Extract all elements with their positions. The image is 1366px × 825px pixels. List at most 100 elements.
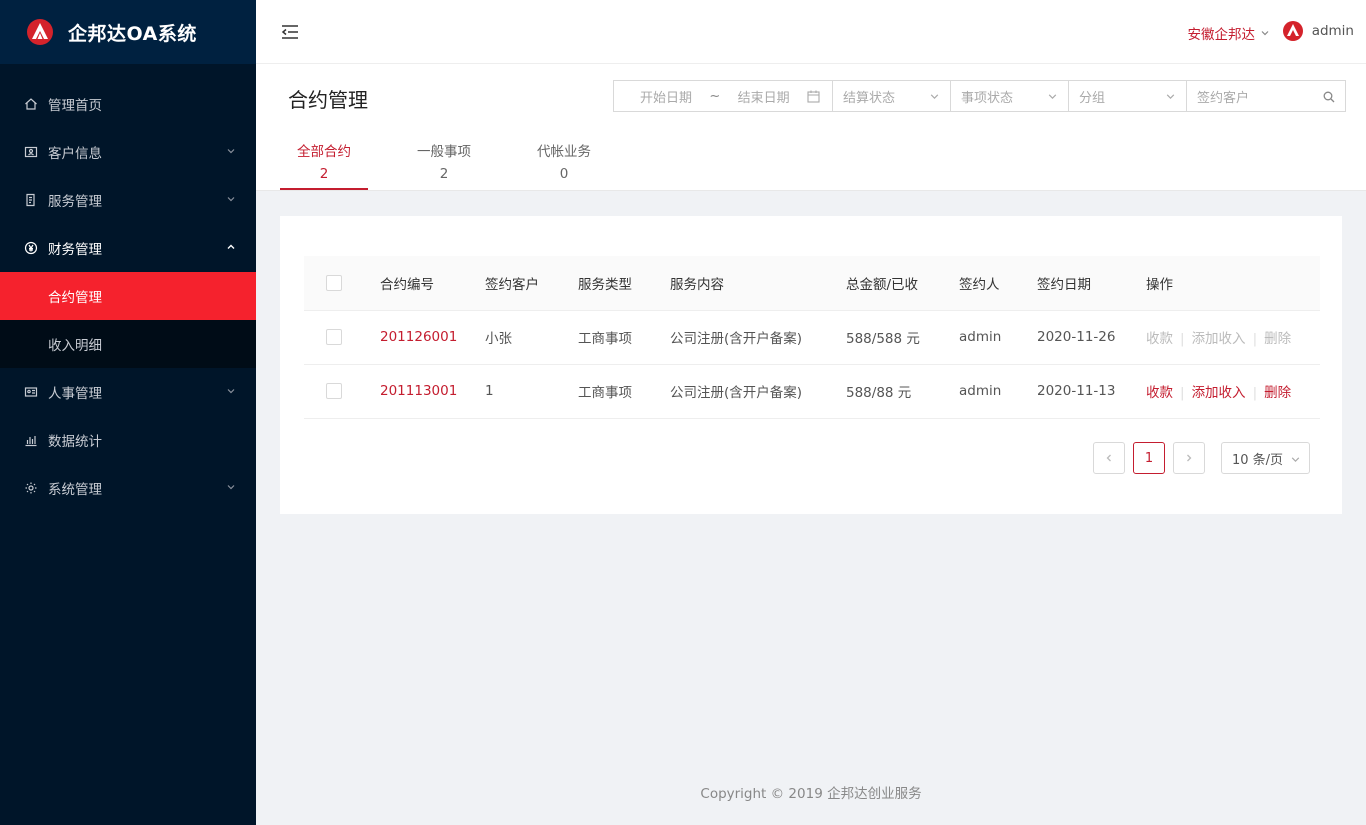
yen-icon [24,241,38,255]
amount: 588/88 元 [846,364,959,419]
filter-bar: 开始日期 ~ 结束日期 结算状态 事项状态 分组 签约客户 [613,80,1346,112]
sidebar-subitem-income[interactable]: 收入明细 [0,320,256,368]
contract-no: 201113001 [380,364,485,419]
select-all-cell [304,256,380,311]
avatar [1282,21,1303,41]
row-checkbox[interactable] [326,383,342,399]
sidebar-subitem-contract[interactable]: 合约管理 [0,272,256,320]
menu-fold-icon[interactable] [280,22,300,42]
sidebar-item-label: 客户信息 [48,146,102,162]
sidebar-item-label: 系统管理 [48,482,102,498]
sidebar-item-hr[interactable]: 人事管理 [0,368,256,416]
page-button-current[interactable]: 1 [1133,442,1165,474]
tab-count: 2 [319,166,329,182]
sidebar-item-home[interactable]: 管理首页 [0,80,256,128]
chevron-down-icon [227,197,235,202]
sidebar-item-label: 数据统计 [48,434,102,450]
tab-general-items[interactable]: 一般事项 2 [400,132,488,190]
select-all-checkbox[interactable] [326,274,342,291]
logo-icon [27,19,53,45]
delete-button[interactable]: 删除 [1264,331,1291,347]
service-icon [24,193,38,207]
page-header: 合约管理 开始日期 ~ 结束日期 结算状态 事项状态 分组 签约客户 全部合约 … [256,64,1366,191]
col-signer: 签约人 [959,256,1037,311]
tab-label: 一般事项 [417,144,471,160]
sidebar-item-system[interactable]: 系统管理 [0,464,256,512]
item-status-select[interactable]: 事项状态 [950,80,1069,112]
tab-bookkeeping[interactable]: 代帐业务 0 [520,132,608,190]
col-contract-no: 合约编号 [380,256,485,311]
tab-all-contracts[interactable]: 全部合约 2 [280,132,368,190]
row-actions: 收款 | 添加收入 | 删除 [1146,364,1320,419]
settle-status-placeholder: 结算状态 [843,90,896,106]
table-row: 201126001 小张 工商事项 公司注册(含开户备案) 588/588 元 … [304,310,1320,365]
contract-table: 合约编号 签约客户 服务类型 服务内容 总金额/已收 签约人 签约日期 操作 2… [304,256,1320,419]
table-row: 201113001 1 工商事项 公司注册(含开户备案) 588/88 元 ad… [304,364,1320,419]
col-service-content: 服务内容 [670,256,846,311]
signer: admin [959,310,1037,365]
customer-icon [24,145,38,159]
user-menu[interactable]: admin [1282,20,1354,42]
service-content: 公司注册(含开户备案) [670,310,846,365]
contract-no: 201126001 [380,310,485,365]
sign-date: 2020-11-26 [1037,310,1146,365]
company-switcher[interactable]: 安徽企邦达 [1188,23,1271,43]
contract-no-link[interactable]: 201113001 [380,383,457,399]
app-title: 企邦达OA系统 [68,22,197,45]
tab-label: 代帐业务 [537,144,591,160]
action-separator: | [1180,385,1185,401]
finance-submenu: 合约管理 收入明细 [0,272,256,368]
sidebar-item-stats[interactable]: 数据统计 [0,416,256,464]
row-checkbox[interactable] [326,329,342,345]
col-actions: 操作 [1146,256,1320,311]
date-range-picker[interactable]: 开始日期 ~ 结束日期 [613,80,833,112]
amount: 588/588 元 [846,310,959,365]
logo[interactable]: 企邦达OA系统 [0,0,256,64]
add-income-button[interactable]: 添加收入 [1192,385,1246,401]
delete-button[interactable]: 删除 [1264,385,1291,401]
end-date-placeholder: 结束日期 [737,90,790,106]
group-select[interactable]: 分组 [1068,80,1187,112]
sidebar-item-customer[interactable]: 客户信息 [0,128,256,176]
search-icon[interactable] [1323,91,1335,103]
sidebar-item-service[interactable]: 服务管理 [0,176,256,224]
col-amount: 总金额/已收 [846,256,959,311]
prev-page-button[interactable] [1093,442,1125,474]
chevron-down-icon [1291,457,1300,463]
action-separator: | [1252,331,1258,347]
chevron-down-icon [227,485,235,490]
collect-button[interactable]: 收款 [1146,385,1173,401]
signer: admin [959,364,1037,419]
footer-copyright: Copyright © 2019 企邦达创业服务 [700,786,922,802]
chevron-down-icon [1048,94,1057,100]
customer-search-input[interactable]: 签约客户 [1186,80,1346,112]
page-title: 合约管理 [288,88,368,112]
collect-button[interactable]: 收款 [1146,331,1173,347]
company-name: 安徽企邦达 [1187,27,1256,43]
top-header: 安徽企邦达 admin [256,0,1366,64]
row-actions: 收款 | 添加收入 | 删除 [1146,310,1320,365]
tab-count: 0 [559,166,569,182]
sidebar-item-finance[interactable]: 财务管理 [0,224,256,272]
contract-no-link[interactable]: 201126001 [380,329,457,345]
settle-status-select[interactable]: 结算状态 [832,80,951,112]
bar-chart-icon [24,433,38,447]
service-type: 工商事项 [578,364,670,419]
row-select-cell [304,364,380,419]
service-type: 工商事项 [578,310,670,365]
sidebar-item-label: 管理首页 [48,98,102,114]
group-placeholder: 分组 [1079,90,1106,106]
page-size-select[interactable]: 10 条/页 [1221,442,1310,474]
page-size-value: 10 条/页 [1232,452,1284,468]
add-income-button[interactable]: 添加收入 [1192,331,1246,347]
chevron-down-icon [227,149,235,154]
chevron-right-icon [1187,454,1192,462]
table-header-row: 合约编号 签约客户 服务类型 服务内容 总金额/已收 签约人 签约日期 操作 [304,256,1320,311]
next-page-button[interactable] [1173,442,1205,474]
customer: 小张 [485,310,578,365]
col-sign-date: 签约日期 [1037,256,1146,311]
action-separator: | [1252,385,1258,401]
calendar-icon [807,90,820,103]
service-content: 公司注册(含开户备案) [670,364,846,419]
customer-search-placeholder: 签约客户 [1197,90,1250,106]
